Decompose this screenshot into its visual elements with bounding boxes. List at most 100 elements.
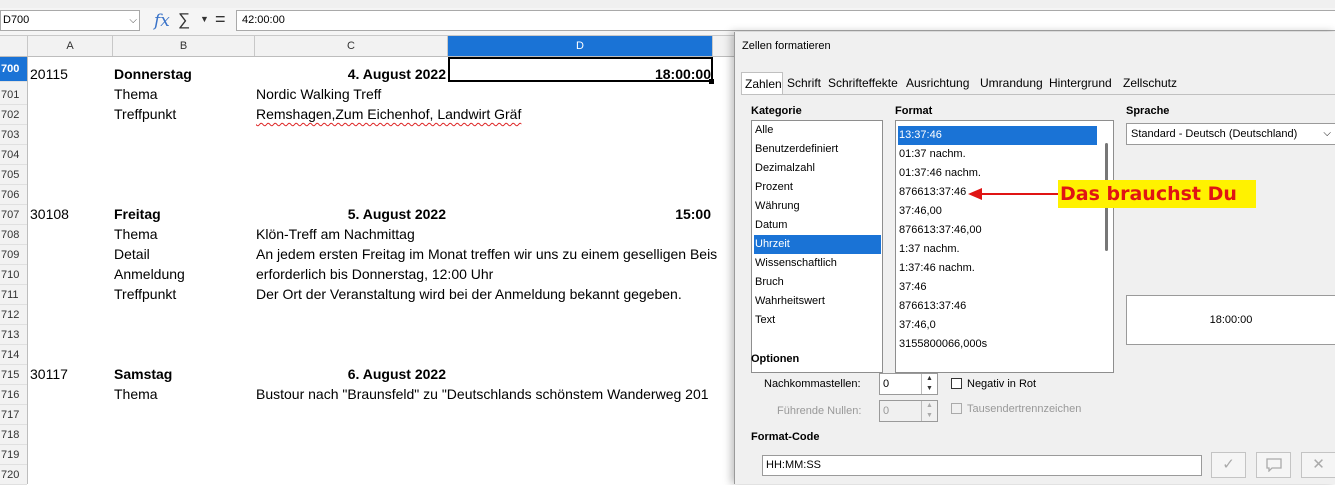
row-header-702[interactable]: 702 <box>0 105 27 125</box>
formula-icon[interactable]: = <box>215 9 226 30</box>
cell-b709[interactable]: Detail <box>114 244 150 264</box>
column-header-a[interactable]: A <box>28 36 113 56</box>
select-all-corner[interactable] <box>0 36 28 56</box>
row-header-718[interactable]: 718 <box>0 425 27 445</box>
row-header-706[interactable]: 706 <box>0 185 27 205</box>
tab-hintergrund[interactable]: Hintergrund <box>1046 72 1119 94</box>
format-code-input[interactable]: HH:MM:SS <box>762 455 1202 476</box>
cell-c715[interactable]: 6. August 2022 <box>255 364 446 384</box>
cell-b715[interactable]: Samstag <box>114 364 172 384</box>
format-item[interactable]: 1:37 nachm. <box>898 240 960 259</box>
cell-b700[interactable]: Donnerstag <box>114 64 192 84</box>
sum-icon[interactable]: ∑ <box>178 10 190 30</box>
row-header-701[interactable]: 701 <box>0 85 27 105</box>
format-item[interactable]: 37:46,00 <box>898 202 942 221</box>
row-header-714[interactable]: 714 <box>0 345 27 365</box>
column-header-e[interactable] <box>713 36 735 56</box>
cell-c711[interactable]: Der Ort der Veranstaltung wird bei der A… <box>256 284 682 304</box>
category-item[interactable]: Bruch <box>754 273 784 292</box>
leading-zeros-spinner[interactable]: 0 ▲ ▼ <box>879 400 938 422</box>
row-header-703[interactable]: 703 <box>0 125 27 145</box>
category-item[interactable]: Prozent <box>754 178 793 197</box>
column-header-d[interactable]: D <box>448 36 713 56</box>
formula-input[interactable]: 42:00:00 <box>236 10 1335 31</box>
row-header-704[interactable]: 704 <box>0 145 27 165</box>
tab-schrift[interactable]: Schrift <box>784 72 824 94</box>
format-item[interactable]: 876613:37:46,00 <box>898 221 982 240</box>
row-header-700[interactable]: 700 <box>0 57 27 82</box>
row-header-712[interactable]: 712 <box>0 305 27 325</box>
check-icon[interactable]: ✓ <box>1211 452 1246 478</box>
category-item[interactable]: Text <box>754 311 775 330</box>
row-header-711[interactable]: 711 <box>0 285 27 305</box>
cell-a715[interactable]: 30117 <box>30 364 68 384</box>
format-item[interactable]: 37:46,0 <box>898 316 936 335</box>
chevron-down-icon[interactable]: ▼ <box>200 14 209 24</box>
category-list[interactable]: Alle Benutzerdefiniert Dezimalzahl Proze… <box>751 120 883 373</box>
format-item[interactable]: 37:46 <box>898 278 927 297</box>
spinner-arrows-icon[interactable]: ▲ ▼ <box>921 374 937 394</box>
format-item[interactable]: 876613:37:46 <box>898 183 966 202</box>
cell-b701[interactable]: Thema <box>114 84 158 104</box>
cell-c708[interactable]: Klön-Treff am Nachmittag <box>256 224 415 244</box>
category-item-selected[interactable]: Uhrzeit <box>754 235 881 254</box>
tab-zahlen[interactable]: Zahlen <box>741 72 783 94</box>
tab-umrandung[interactable]: Umrandung <box>977 72 1045 94</box>
category-item[interactable]: Dezimalzahl <box>754 159 815 178</box>
format-item[interactable]: 876613:37:46 <box>898 297 966 316</box>
cell-c707[interactable]: 5. August 2022 <box>255 204 446 224</box>
cell-a700[interactable]: 20115 <box>30 64 68 84</box>
function-wizard-icon[interactable]: fx <box>154 11 170 31</box>
delete-icon[interactable]: ✕ <box>1301 452 1335 478</box>
language-select[interactable]: Standard - Deutsch (Deutschland) ⌵ <box>1126 123 1335 145</box>
category-item[interactable]: Datum <box>754 216 787 235</box>
column-header-b[interactable]: B <box>113 36 255 56</box>
format-list[interactable]: 13:37:46 01:37 nachm. 01:37:46 nachm. 87… <box>895 120 1114 373</box>
negative-red-checkbox[interactable] <box>951 378 962 389</box>
row-header-705[interactable]: 705 <box>0 165 27 185</box>
chevron-down-icon[interactable]: ⌵ <box>1323 124 1331 144</box>
cell-c701[interactable]: Nordic Walking Treff <box>256 84 381 104</box>
cell-b708[interactable]: Thema <box>114 224 158 244</box>
cell-c710[interactable]: erforderlich bis Donnerstag, 12:00 Uhr <box>256 264 493 284</box>
cell-b716[interactable]: Thema <box>114 384 158 404</box>
row-header-717[interactable]: 717 <box>0 405 27 425</box>
row-header-707[interactable]: 707 <box>0 205 27 225</box>
category-item[interactable]: Benutzerdefiniert <box>754 140 838 159</box>
cell-c700[interactable]: 4. August 2022 <box>255 64 446 84</box>
tab-schrifteffekte[interactable]: Schrifteffekte <box>825 72 902 94</box>
thousands-separator-checkbox[interactable] <box>951 403 962 414</box>
category-item[interactable]: Währung <box>754 197 800 216</box>
cell-c716[interactable]: Bustour nach "Braunsfeld" zu "Deutschlan… <box>256 384 709 404</box>
row-header-719[interactable]: 719 <box>0 445 27 465</box>
cell-d707[interactable]: 15:00 <box>450 204 711 224</box>
row-header-708[interactable]: 708 <box>0 225 27 245</box>
cell-b710[interactable]: Anmeldung <box>114 264 185 284</box>
tab-zellschutz[interactable]: Zellschutz <box>1120 72 1180 94</box>
row-header-715[interactable]: 715 <box>0 365 27 385</box>
category-item[interactable]: Wissenschaftlich <box>754 254 837 273</box>
tab-ausrichtung[interactable]: Ausrichtung <box>903 72 976 94</box>
category-item[interactable]: Wahrheitswert <box>754 292 825 311</box>
decimal-places-spinner[interactable]: 0 ▲ ▼ <box>879 373 938 395</box>
cell-c702[interactable]: Remshagen,Zum Eichenhof, Landwirt Gräf <box>256 104 521 124</box>
category-item[interactable]: Alle <box>754 121 773 140</box>
spinner-arrows-icon[interactable]: ▲ ▼ <box>921 401 937 421</box>
comment-icon[interactable] <box>1256 452 1291 478</box>
format-item[interactable]: 01:37 nachm. <box>898 145 966 164</box>
cell-c709[interactable]: An jedem ersten Freitag im Monat treffen… <box>256 244 717 264</box>
cell-b702[interactable]: Treffpunkt <box>114 104 176 124</box>
name-box[interactable]: D700 ⌵ <box>0 10 140 31</box>
row-header-709[interactable]: 709 <box>0 245 27 265</box>
cell-a707[interactable]: 30108 <box>30 204 69 224</box>
row-header-710[interactable]: 710 <box>0 265 27 285</box>
row-header-720[interactable]: 720 <box>0 465 27 485</box>
chevron-down-icon[interactable]: ⌵ <box>129 11 137 30</box>
row-header-713[interactable]: 713 <box>0 325 27 345</box>
cell-b707[interactable]: Freitag <box>114 204 161 224</box>
format-item[interactable]: 3155800066,000s <box>898 335 987 354</box>
format-item[interactable]: 1:37:46 nachm. <box>898 259 975 278</box>
format-item[interactable]: 01:37:46 nachm. <box>898 164 981 183</box>
format-item-selected[interactable]: 13:37:46 <box>898 126 1097 145</box>
autofill-handle[interactable] <box>709 79 714 84</box>
